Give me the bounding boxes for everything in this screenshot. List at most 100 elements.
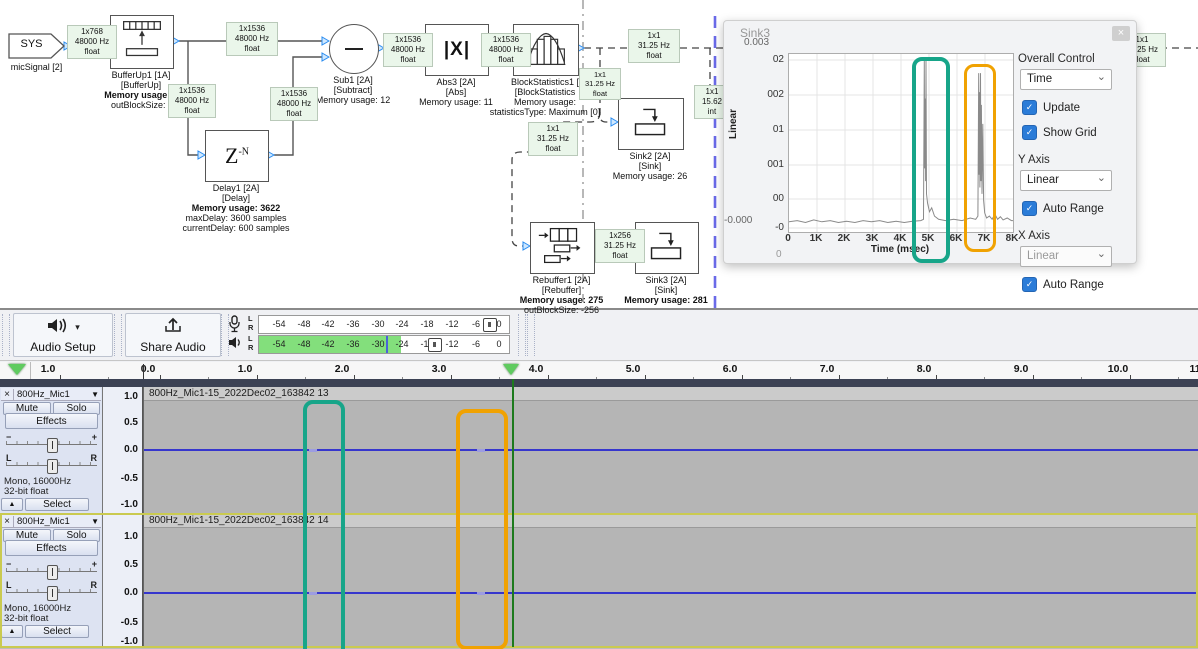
share-audio-button[interactable]: Share Audio <box>125 313 221 357</box>
signal-label: 1x131.25 Hzfloat <box>628 29 680 63</box>
track-close-button[interactable]: × <box>1 516 14 527</box>
scope-highlight-orange <box>964 64 996 252</box>
vertical-scale-ruler[interactable]: 1.00.50.0-0.5-1.0 <box>103 514 143 646</box>
select-button[interactable]: Select <box>25 498 89 511</box>
block-sys[interactable]: SYS <box>8 33 65 59</box>
pan-slider-thumb[interactable] <box>47 586 58 601</box>
screen: SYSmicSignal [2]BufferUp1 [1A][BufferUp]… <box>0 0 1198 649</box>
checkbox-checked-icon: ✓ <box>1022 125 1037 140</box>
rebuffer-icon <box>534 223 592 274</box>
scrub-ruler[interactable] <box>0 379 1198 387</box>
playhead-line <box>512 379 514 647</box>
scope-x-tick: 2K <box>829 233 859 244</box>
pan-slider[interactable]: LR <box>4 453 99 473</box>
show-grid-checkbox[interactable]: ✓Show Grid <box>1022 125 1130 140</box>
block-delay1[interactable]: Z-N <box>205 130 269 182</box>
ruler-time-label: 2.0 <box>322 363 362 375</box>
playback-meter[interactable]: -54-48-42-36-30-24-18-12-60 <box>258 335 510 354</box>
block-caption-sink3: Sink3 [2A][Sink]Memory usage: 281 <box>586 275 746 305</box>
track-menu-caret-icon[interactable]: ▼ <box>91 390 101 399</box>
scale-value: -1.0 <box>104 636 138 647</box>
audio-track: ×800Hz_Mic1▼MuteSoloEffects−+LRMono, 160… <box>0 514 1198 647</box>
ruler-time-label: 10.0 <box>1098 363 1138 375</box>
block-rebuffer1[interactable] <box>530 222 595 274</box>
block-abs3[interactable]: |X| <box>425 24 489 76</box>
x-axis-dropdown[interactable]: Linear⌄ <box>1020 246 1112 267</box>
sink3-scope-window: Sink3 × 0.003 Linear -0.000 020020100100… <box>723 20 1137 264</box>
gain-slider[interactable]: −+ <box>4 559 99 579</box>
y-axis-label: Y Axis <box>1018 154 1130 166</box>
meter-scale-number: -48 <box>291 339 317 349</box>
meter-scale-number: -54 <box>266 319 292 329</box>
meter-scale-number: -36 <box>340 339 366 349</box>
scale-value: 0.0 <box>104 587 138 598</box>
timeline-options-button[interactable] <box>8 364 26 375</box>
gain-slider-thumb[interactable] <box>47 438 58 453</box>
block-bufferup1[interactable] <box>110 15 174 69</box>
overall-control-dropdown[interactable]: Time⌄ <box>1020 69 1112 90</box>
pan-slider[interactable]: LR <box>4 580 99 600</box>
channel-label-left: L <box>248 335 253 343</box>
track-close-button[interactable]: × <box>1 389 14 400</box>
signal-label: 1x76848000 Hzfloat <box>67 25 117 59</box>
y-axis-dropdown[interactable]: Linear⌄ <box>1020 170 1112 191</box>
timeline-ruler[interactable]: 1.00.01.02.03.04.05.06.07.08.09.010.011 <box>0 362 1198 379</box>
toolbar-grip[interactable] <box>527 314 535 356</box>
scale-value: 1.0 <box>104 391 138 402</box>
ruler-time-label: 7.0 <box>807 363 847 375</box>
green-triangle-icon <box>8 364 26 375</box>
select-button[interactable]: Select <box>25 625 89 638</box>
scale-value: 1.0 <box>104 531 138 542</box>
play-position-marker[interactable] <box>503 364 519 375</box>
collapse-button[interactable]: ▲ <box>1 625 23 638</box>
checkbox-checked-icon: ✓ <box>1022 100 1037 115</box>
ruler-time-label: 0.0 <box>128 363 168 375</box>
meter-scale-number: -42 <box>315 339 341 349</box>
port-triangle-icon <box>523 242 530 250</box>
track-menu-caret-icon[interactable]: ▼ <box>91 517 101 526</box>
update-checkbox[interactable]: ✓Update <box>1022 100 1130 115</box>
track-name-bar[interactable]: ×800Hz_Mic1▼ <box>1 388 101 401</box>
effects-button[interactable]: Effects <box>5 413 98 429</box>
audio-clip[interactable]: 800Hz_Mic1-15_2022Dec02_163842 14 <box>143 514 1198 646</box>
block-sub1[interactable] <box>329 24 379 74</box>
checkbox-checked-icon: ✓ <box>1022 201 1037 216</box>
block-sink2[interactable] <box>618 98 684 150</box>
meter-scale-number: -24 <box>389 319 415 329</box>
chevron-down-icon: ⌄ <box>1097 68 1106 86</box>
toolbar-grip[interactable] <box>518 314 526 356</box>
scope-y-tick: 002 <box>744 89 784 100</box>
clip-title-bar[interactable]: 800Hz_Mic1-15_2022Dec02_163842 13 <box>144 387 1198 401</box>
track-control-panel: ×800Hz_Mic1▼MuteSoloEffects−+LRMono, 160… <box>0 387 103 513</box>
scope-y-tick: 02 <box>744 54 784 65</box>
ruler-time-label: 1.0 <box>225 363 265 375</box>
track-format-info: 32-bit float <box>4 613 48 624</box>
signal-label: 1x131.25 Hzfloat <box>579 68 621 100</box>
scope-close-button[interactable]: × <box>1112 26 1130 41</box>
audio-clip[interactable]: 800Hz_Mic1-15_2022Dec02_163842 13 <box>143 387 1198 513</box>
scope-y-tick: -0 <box>744 222 784 233</box>
port-triangle-icon <box>322 53 329 61</box>
recording-meter[interactable]: -54-48-42-36-30-24-18-12-60 <box>258 315 510 334</box>
effects-button[interactable]: Effects <box>5 540 98 556</box>
scope-x-tick: 3K <box>857 233 887 244</box>
meter-scale-number: -30 <box>365 319 391 329</box>
audacity-window: ▾ Audio Setup Share Audio LR-54-48-42-36… <box>0 308 1198 649</box>
chevron-down-icon: ▾ <box>75 322 80 333</box>
signal-label: 1x153648000 Hzfloat <box>168 84 216 118</box>
vertical-scale-ruler[interactable]: 1.00.50.0-0.5-1.0 <box>103 387 143 513</box>
edit-cursor <box>143 364 144 379</box>
track-name-bar[interactable]: ×800Hz_Mic1▼ <box>1 515 101 528</box>
y-auto-range-checkbox[interactable]: ✓Auto Range <box>1022 201 1130 216</box>
toolbar-grip[interactable] <box>2 314 10 356</box>
toolbar-grip[interactable] <box>114 314 122 356</box>
x-auto-range-checkbox[interactable]: ✓Auto Range <box>1022 277 1130 292</box>
gain-slider-thumb[interactable] <box>47 565 58 580</box>
scope-x-tick: 1K <box>801 233 831 244</box>
ruler-time-label: 1.0 <box>28 363 68 375</box>
audio-setup-button[interactable]: ▾ Audio Setup <box>13 313 113 357</box>
pan-slider-thumb[interactable] <box>47 459 58 474</box>
meter-scale-number: -18 <box>414 319 440 329</box>
collapse-button[interactable]: ▲ <box>1 498 23 511</box>
gain-slider[interactable]: −+ <box>4 432 99 452</box>
